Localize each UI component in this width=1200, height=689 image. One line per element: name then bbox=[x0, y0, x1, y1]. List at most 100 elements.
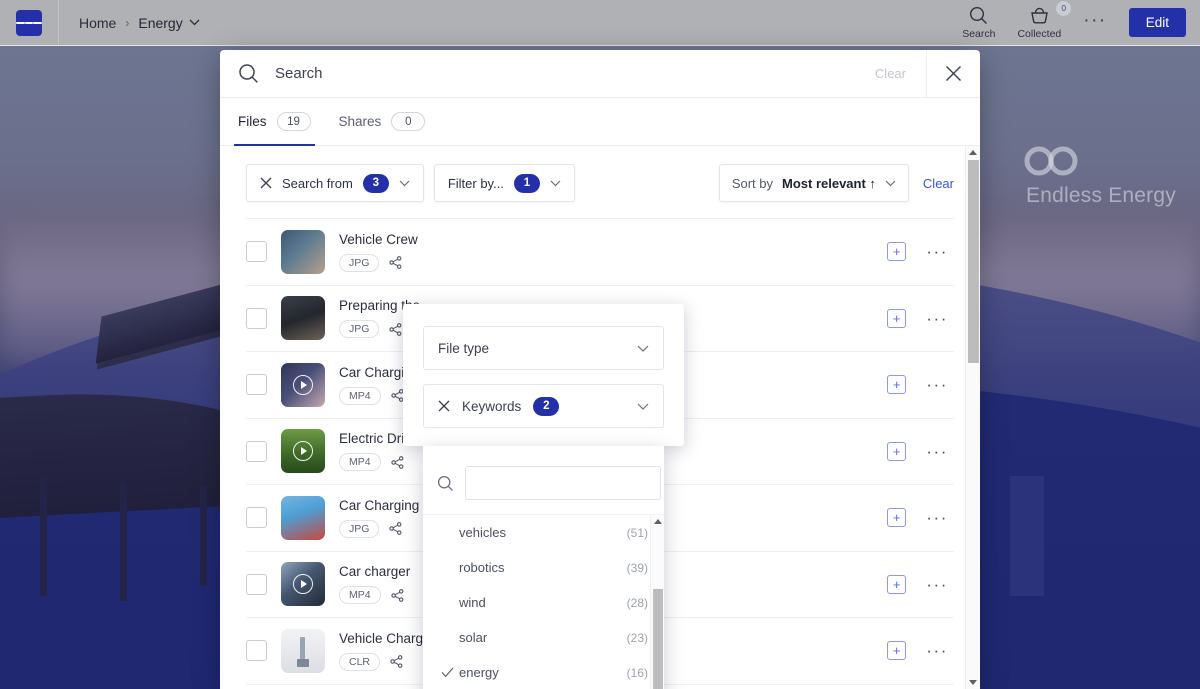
plus-icon[interactable]: + bbox=[887, 375, 907, 395]
row-checkbox[interactable] bbox=[246, 307, 267, 329]
more-horizontal-icon[interactable]: ··· bbox=[926, 243, 948, 260]
header-collected-button[interactable]: 0 Collected bbox=[1017, 0, 1072, 40]
row-checkbox[interactable] bbox=[246, 640, 267, 662]
search-from-count: 3 bbox=[362, 173, 389, 193]
share-icon[interactable] bbox=[389, 522, 402, 536]
chevron-right-icon: › bbox=[125, 15, 130, 30]
file-title[interactable]: Vehicle Crew bbox=[339, 232, 418, 247]
row-checkbox[interactable] bbox=[246, 573, 267, 595]
breadcrumb-home[interactable]: Home bbox=[79, 15, 116, 31]
share-icon[interactable] bbox=[389, 322, 402, 336]
search-icon bbox=[238, 63, 259, 84]
row-checkbox[interactable] bbox=[246, 374, 267, 396]
row-checkbox[interactable] bbox=[246, 241, 267, 263]
plus-icon[interactable]: + bbox=[887, 508, 907, 528]
search-clear-button[interactable]: Clear bbox=[875, 66, 926, 81]
scroll-up-arrow-icon[interactable] bbox=[969, 150, 977, 155]
collected-count-badge: 0 bbox=[1056, 0, 1072, 16]
tab-shares[interactable]: Shares 0 bbox=[339, 98, 426, 146]
edit-button[interactable]: Edit bbox=[1128, 8, 1186, 37]
row-checkbox[interactable] bbox=[246, 440, 267, 462]
search-icon bbox=[969, 6, 988, 25]
share-icon[interactable] bbox=[390, 655, 403, 669]
file-title[interactable]: Vehicle Charger bbox=[339, 631, 435, 646]
file-title[interactable]: Car Charging bbox=[339, 498, 419, 513]
app-header: Home › Energy Search 0 Collected ··· Edi… bbox=[0, 0, 1200, 46]
file-thumbnail[interactable] bbox=[281, 495, 325, 540]
scroll-up-arrow-icon[interactable] bbox=[654, 519, 662, 524]
keywords-scrollbar[interactable] bbox=[650, 515, 664, 689]
list-item[interactable]: energy (16) bbox=[423, 655, 664, 689]
share-icon[interactable] bbox=[389, 256, 402, 270]
keywords-count: 2 bbox=[533, 396, 560, 416]
more-horizontal-icon[interactable]: ··· bbox=[926, 509, 948, 526]
filter-by-button[interactable]: Filter by... 1 bbox=[433, 164, 575, 202]
search-icon bbox=[437, 475, 454, 492]
scrollbar-thumb[interactable] bbox=[653, 589, 663, 689]
close-icon[interactable] bbox=[438, 400, 450, 412]
more-horizontal-icon[interactable]: ··· bbox=[926, 443, 948, 460]
file-thumbnail[interactable] bbox=[281, 562, 325, 607]
results-scrollbar[interactable] bbox=[965, 146, 980, 689]
share-icon[interactable] bbox=[390, 588, 404, 602]
list-item[interactable]: vehicles (51) bbox=[423, 515, 664, 550]
plus-icon[interactable]: + bbox=[887, 441, 907, 461]
share-icon[interactable] bbox=[390, 455, 404, 469]
chevron-down-icon bbox=[399, 180, 410, 187]
table-row[interactable]: Vehicle Crew JPG + ··· bbox=[246, 219, 954, 286]
header-overflow-menu[interactable]: ··· bbox=[1083, 11, 1106, 34]
file-thumbnail[interactable] bbox=[281, 362, 325, 407]
row-checkbox[interactable] bbox=[246, 507, 267, 529]
tab-files[interactable]: Files 19 bbox=[234, 98, 315, 146]
keyword-count: (39) bbox=[626, 560, 648, 575]
close-icon[interactable] bbox=[260, 177, 272, 189]
header-actions: Search 0 Collected ··· Edit bbox=[962, 0, 1200, 40]
list-item[interactable]: wind (28) bbox=[423, 585, 664, 620]
share-icon[interactable] bbox=[390, 389, 404, 403]
canopy-post bbox=[120, 481, 127, 601]
search-from-label: Search from bbox=[282, 175, 353, 191]
basket-icon bbox=[1029, 6, 1050, 25]
keywords-select[interactable]: Keywords 2 bbox=[423, 384, 664, 428]
file-thumbnail[interactable] bbox=[281, 429, 325, 474]
list-item[interactable]: solar (23) bbox=[423, 620, 664, 655]
header-divider bbox=[58, 0, 59, 46]
search-from-button[interactable]: Search from 3 bbox=[246, 164, 424, 202]
keyword-count: (23) bbox=[626, 630, 648, 645]
scroll-down-arrow-icon[interactable] bbox=[969, 680, 977, 685]
plus-icon[interactable]: + bbox=[887, 242, 907, 262]
scrollbar-track[interactable] bbox=[968, 160, 979, 675]
plus-icon[interactable]: + bbox=[887, 641, 907, 661]
plus-icon[interactable]: + bbox=[887, 574, 907, 594]
search-input[interactable]: Search bbox=[275, 65, 323, 82]
file-title[interactable]: Car charger bbox=[339, 564, 410, 579]
file-type-badge: MP4 bbox=[339, 386, 381, 405]
results-area: Search from 3 Filter by... 1 Sort by Mos… bbox=[220, 146, 980, 689]
keywords-list[interactable]: vehicles (51) robotics (39) wind (28) so… bbox=[423, 514, 664, 689]
more-horizontal-icon[interactable]: ··· bbox=[926, 310, 948, 327]
header-search-button[interactable]: Search bbox=[962, 6, 995, 40]
file-thumbnail[interactable] bbox=[281, 296, 325, 341]
file-thumbnail[interactable] bbox=[281, 229, 325, 274]
sort-by-select[interactable]: Sort by Most relevant ↑ bbox=[718, 164, 909, 202]
filter-by-count: 1 bbox=[513, 173, 540, 193]
scrollbar-thumb[interactable] bbox=[968, 160, 979, 363]
hamburger-icon[interactable] bbox=[16, 9, 43, 36]
more-horizontal-icon[interactable]: ··· bbox=[926, 376, 948, 393]
list-item[interactable]: robotics (39) bbox=[423, 550, 664, 585]
tab-files-label: Files bbox=[238, 114, 267, 129]
close-icon[interactable] bbox=[926, 50, 980, 98]
canopy-post bbox=[40, 476, 47, 596]
file-type-select[interactable]: File type bbox=[423, 326, 664, 370]
plus-icon[interactable]: + bbox=[887, 308, 907, 328]
file-thumbnail[interactable] bbox=[281, 628, 325, 673]
play-icon bbox=[293, 574, 313, 595]
tab-files-count: 19 bbox=[276, 112, 311, 131]
keyword-count: (16) bbox=[626, 665, 648, 680]
keyword-search-input[interactable] bbox=[465, 466, 661, 500]
brand-name: Endless Energy bbox=[1026, 184, 1176, 207]
more-horizontal-icon[interactable]: ··· bbox=[926, 576, 948, 593]
filters-clear-button[interactable]: Clear bbox=[923, 176, 962, 191]
more-horizontal-icon[interactable]: ··· bbox=[926, 642, 948, 659]
breadcrumb-current[interactable]: Energy bbox=[138, 15, 200, 31]
